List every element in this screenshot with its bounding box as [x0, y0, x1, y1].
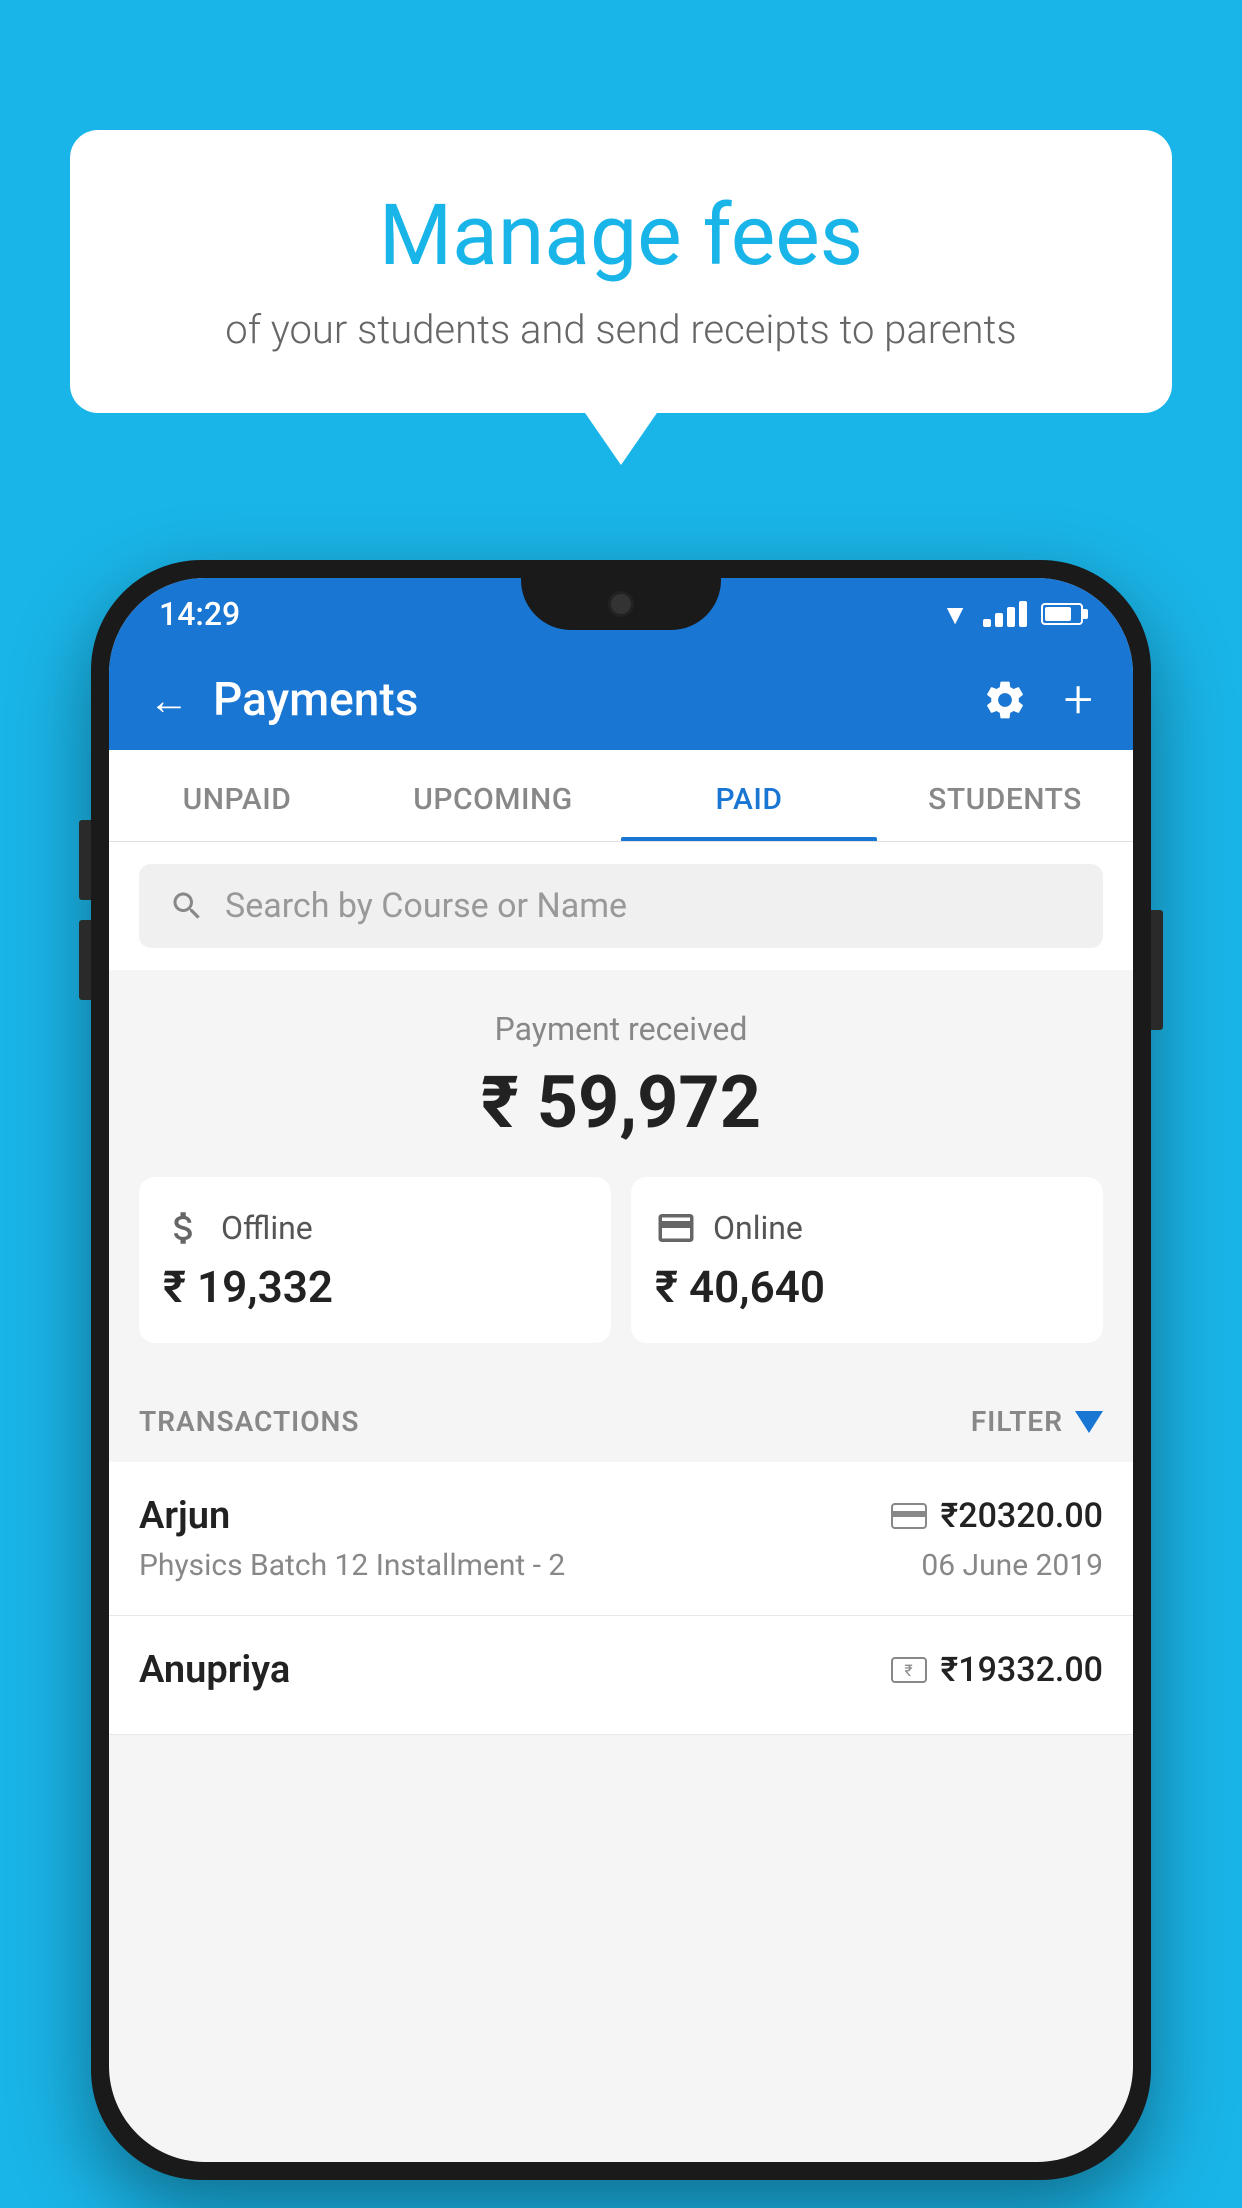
tab-paid[interactable]: PAID — [621, 750, 877, 841]
transaction-amount: ₹19332.00 — [941, 1650, 1103, 1690]
header-right: + — [982, 674, 1093, 726]
settings-icon[interactable] — [982, 677, 1028, 723]
payment-cards: Offline ₹ 19,332 Online ₹ 40,640 — [139, 1177, 1103, 1343]
power-button[interactable] — [1151, 910, 1163, 1030]
status-time: 14:29 — [159, 595, 240, 633]
transaction-amount: ₹20320.00 — [941, 1496, 1103, 1536]
back-button[interactable]: ← — [149, 677, 189, 724]
online-payment-card: Online ₹ 40,640 — [631, 1177, 1103, 1343]
payment-summary: Payment received ₹ 59,972 Offline ₹ 19,3… — [109, 970, 1133, 1373]
transaction-row[interactable]: Anupriya ₹ ₹19332.00 — [109, 1616, 1133, 1735]
volume-down-button[interactable] — [79, 920, 91, 1000]
phone-notch — [521, 578, 721, 630]
tab-upcoming[interactable]: UPCOMING — [365, 750, 621, 841]
offline-payment-card: Offline ₹ 19,332 — [139, 1177, 611, 1343]
search-input-wrapper[interactable]: Search by Course or Name — [139, 864, 1103, 948]
filter-button[interactable]: FILTER — [971, 1405, 1103, 1438]
offline-icon — [163, 1207, 205, 1249]
transaction-amount-container: ₹ ₹19332.00 — [891, 1650, 1103, 1690]
offline-amount: ₹ 19,332 — [163, 1261, 587, 1313]
wifi-icon: ▼ — [941, 598, 969, 631]
camera — [608, 591, 634, 617]
app-header: ← Payments + — [109, 650, 1133, 750]
search-icon — [169, 888, 205, 924]
tab-students[interactable]: STUDENTS — [877, 750, 1133, 841]
offline-label: Offline — [221, 1209, 313, 1247]
status-icons: ▼ — [941, 598, 1083, 631]
cash-payment-icon: ₹ — [891, 1657, 927, 1683]
payment-received-label: Payment received — [139, 1010, 1103, 1048]
volume-up-button[interactable] — [79, 820, 91, 900]
transactions-label: TRANSACTIONS — [139, 1405, 359, 1438]
speech-bubble-container: Manage fees of your students and send re… — [70, 130, 1172, 413]
transaction-name: Arjun — [139, 1494, 230, 1538]
online-icon — [655, 1207, 697, 1249]
transactions-header: TRANSACTIONS FILTER — [109, 1373, 1133, 1462]
header-title: Payments — [213, 673, 418, 727]
signal-icon — [983, 601, 1027, 627]
transaction-name: Anupriya — [139, 1648, 290, 1692]
card-payment-icon — [891, 1503, 927, 1529]
tabs-bar: UNPAID UPCOMING PAID STUDENTS — [109, 750, 1133, 842]
filter-icon — [1075, 1411, 1103, 1433]
online-amount: ₹ 40,640 — [655, 1261, 1079, 1313]
online-label: Online — [713, 1209, 803, 1247]
tab-unpaid[interactable]: UNPAID — [109, 750, 365, 841]
header-left: ← Payments — [149, 673, 418, 727]
speech-bubble: Manage fees of your students and send re… — [70, 130, 1172, 413]
transaction-amount-container: ₹20320.00 — [891, 1496, 1103, 1536]
transaction-course: Physics Batch 12 Installment - 2 — [139, 1548, 565, 1583]
search-input[interactable]: Search by Course or Name — [225, 886, 627, 926]
bubble-subtitle: of your students and send receipts to pa… — [130, 302, 1112, 358]
transaction-row[interactable]: Arjun ₹20320.00 Physics Batch 12 Install… — [109, 1462, 1133, 1616]
phone-screen: 14:29 ▼ ← Payments — [109, 578, 1133, 2162]
add-button[interactable]: + — [1064, 674, 1093, 726]
bubble-title: Manage fees — [130, 190, 1112, 282]
battery-icon — [1041, 603, 1083, 625]
search-container: Search by Course or Name — [109, 842, 1133, 970]
transaction-date: 06 June 2019 — [921, 1548, 1103, 1583]
side-buttons-left — [79, 820, 91, 1000]
payment-total-amount: ₹ 59,972 — [139, 1060, 1103, 1145]
filter-label: FILTER — [971, 1405, 1063, 1438]
phone-frame: 14:29 ▼ ← Payments — [91, 560, 1151, 2180]
